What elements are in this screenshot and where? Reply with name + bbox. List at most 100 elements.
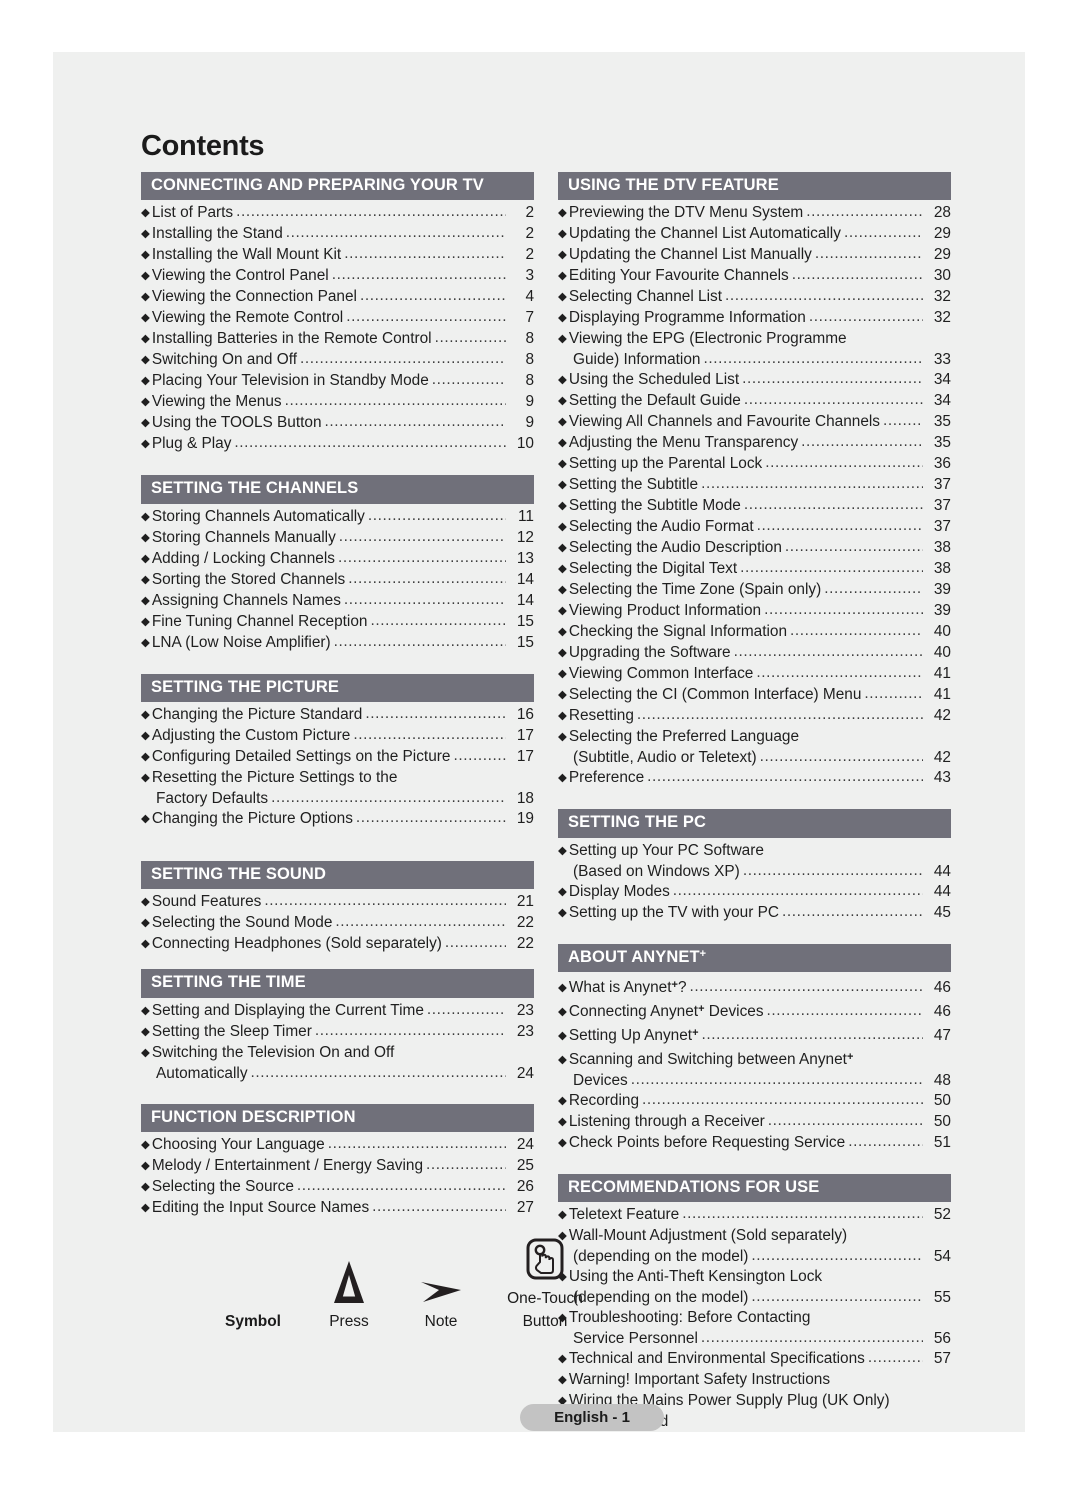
- toc-entry[interactable]: ◆ Configuring Detailed Settings on the Pi…: [141, 747, 534, 768]
- toc-page-number: 57: [933, 1350, 951, 1368]
- toc-entry[interactable]: ◆ Choosing Your Language.................…: [141, 1135, 534, 1156]
- toc-entry[interactable]: ◆ Listening through a Receiver...........…: [558, 1112, 951, 1133]
- toc-entry[interactable]: ◆ Setting up the TV with your PC.........…: [558, 903, 951, 924]
- toc-entry[interactable]: ◆ Checking the Signal Information........…: [558, 622, 951, 643]
- toc-entry[interactable]: ◆ Using the Scheduled List...............…: [558, 370, 951, 391]
- toc-entry[interactable]: Service Personnel.......................…: [558, 1329, 951, 1349]
- toc-entry[interactable]: ◆ Adjusting the Menu Transparency........…: [558, 433, 951, 454]
- toc-entry[interactable]: ◆ Using the TOOLS Button.................…: [141, 413, 534, 434]
- toc-entry[interactable]: ◆ Melody / Entertainment / Energy Saving.…: [141, 1156, 534, 1177]
- toc-entry[interactable]: ◆ Selecting the CI (Common Interface) Men…: [558, 685, 951, 706]
- toc-entry[interactable]: ◆ Resetting the Picture Settings to the: [141, 768, 534, 789]
- toc-entry[interactable]: ◆ Scanning and Switching between Anynet+: [558, 1047, 951, 1071]
- toc-entry[interactable]: ◆ Resetting..............................…: [558, 706, 951, 727]
- toc-entry[interactable]: ◆ Viewing the Control Panel..............…: [141, 266, 534, 287]
- toc-entry-label: Switching On and Off: [151, 351, 298, 369]
- toc-entry[interactable]: ◆ Viewing the Connection Panel...........…: [141, 287, 534, 308]
- toc-page-number: 40: [933, 644, 951, 662]
- toc-entry[interactable]: Factory Defaults........................…: [141, 789, 534, 809]
- toc-entry[interactable]: ◆ Recording..............................…: [558, 1091, 951, 1112]
- toc-entry[interactable]: ◆ Setting the Subtitle Mode..............…: [558, 496, 951, 517]
- toc-entry[interactable]: Devices.................................…: [558, 1071, 951, 1091]
- toc-page-number: 2: [525, 204, 534, 222]
- toc-entry[interactable]: ◆ Editing the Input Source Names.........…: [141, 1198, 534, 1219]
- toc-entry[interactable]: ◆ Setting up Your PC Software: [558, 841, 951, 862]
- toc-entry[interactable]: ◆ Storing Channels Automatically.........…: [141, 507, 534, 528]
- toc-entry[interactable]: ◆ Teletext Feature.......................…: [558, 1205, 951, 1226]
- toc-entry[interactable]: ◆ Switching On and Off...................…: [141, 350, 534, 371]
- dot-leader: ........................................…: [740, 559, 923, 577]
- toc-entry[interactable]: ◆ Setting the Default Guide..............…: [558, 391, 951, 412]
- toc-entry-label: LNA (Low Noise Amplifier): [151, 633, 331, 651]
- toc-entry[interactable]: ◆ Check Points before Requesting Service.…: [558, 1133, 951, 1154]
- toc-entry[interactable]: ◆ Selecting the Preferred Language: [558, 727, 951, 748]
- toc-entry[interactable]: ◆ Selecting the Digital Text.............…: [558, 559, 951, 580]
- toc-entry[interactable]: ◆ Installing Batteries in the Remote Cont…: [141, 329, 534, 350]
- toc-entry[interactable]: ◆ Selecting the Audio Description........…: [558, 538, 951, 559]
- toc-page-number: 41: [933, 686, 951, 704]
- toc-entry[interactable]: ◆ Updating the Channel List Manually.....…: [558, 245, 951, 266]
- toc-entry-label: Installing the Stand: [151, 225, 283, 243]
- diamond-bullet-icon: ◆: [141, 531, 150, 544]
- toc-entry[interactable]: ◆ Changing the Picture Options...........…: [141, 809, 534, 830]
- toc-entry[interactable]: ◆ Selecting the Time Zone (Spain only)...…: [558, 580, 951, 601]
- toc-entry[interactable]: ◆ Setting and Displaying the Current Time…: [141, 1001, 534, 1022]
- toc-entry[interactable]: ◆ Selecting the Sound Mode...............…: [141, 913, 534, 934]
- toc-entry[interactable]: ◆ Wall-Mount Adjustment (Sold separately): [558, 1226, 951, 1247]
- toc-entry[interactable]: ◆ Viewing Common Interface...............…: [558, 664, 951, 685]
- toc-entry[interactable]: ◆ Sorting the Stored Channels............…: [141, 570, 534, 591]
- toc-entry[interactable]: ◆ Viewing All Channels and Favourite Chan…: [558, 412, 951, 433]
- diamond-bullet-icon: ◆: [141, 1159, 150, 1172]
- toc-entry[interactable]: ◆ Adjusting the Custom Picture...........…: [141, 726, 534, 747]
- toc-entry[interactable]: ◆ Sound Features.........................…: [141, 892, 534, 913]
- toc-entry[interactable]: ◆ Setting up the Parental Lock...........…: [558, 454, 951, 475]
- toc-entry[interactable]: ◆ Selecting Channel List.................…: [558, 287, 951, 308]
- toc-entry[interactable]: ◆ Storing Channels Manually..............…: [141, 528, 534, 549]
- toc-entry[interactable]: ◆ LNA (Low Noise Amplifier)..............…: [141, 633, 534, 654]
- toc-entry[interactable]: ◆ Display Modes..........................…: [558, 882, 951, 903]
- toc-entry[interactable]: Guide) Information......................…: [558, 350, 951, 370]
- toc-entry[interactable]: ◆ Changing the Picture Standard..........…: [141, 705, 534, 726]
- toc-entry[interactable]: ◆ Placing Your Television in Standby Mode…: [141, 371, 534, 392]
- toc-entry[interactable]: ◆ Installing the Stand...................…: [141, 224, 534, 245]
- toc-entry[interactable]: ◆ Connecting Headphones (Sold separately)…: [141, 934, 534, 955]
- toc-entry[interactable]: ◆ Viewing the EPG (Electronic Programme: [558, 329, 951, 350]
- toc-entry[interactable]: ◆ Preference.............................…: [558, 768, 951, 789]
- toc-entry[interactable]: ◆ Viewing Product Information............…: [558, 601, 951, 622]
- toc-entry[interactable]: ◆ Displaying Programme Information.......…: [558, 308, 951, 329]
- diamond-bullet-icon: ◆: [141, 729, 150, 742]
- toc-entry[interactable]: ◆ Upgrading the Software.................…: [558, 643, 951, 664]
- toc-entry[interactable]: ◆ Installing the Wall Mount Kit..........…: [141, 245, 534, 266]
- toc-entry[interactable]: ◆ Plug & Play............................…: [141, 434, 534, 455]
- toc-entry[interactable]: ◆ Selecting the Audio Format.............…: [558, 517, 951, 538]
- toc-entry[interactable]: ◆ Viewing the Menus......................…: [141, 392, 534, 413]
- toc-entry[interactable]: ◆ Assigning Channels Names...............…: [141, 591, 534, 612]
- toc-entry[interactable]: ◆ Fine Tuning Channel Reception..........…: [141, 612, 534, 633]
- toc-entry[interactable]: (depending on the model)................…: [558, 1288, 951, 1308]
- toc-entry[interactable]: ◆ Warning! Important Safety Instructions: [558, 1370, 951, 1391]
- toc-entry[interactable]: ◆ Switching the Television On and Off: [141, 1043, 534, 1064]
- toc-entry[interactable]: (Subtitle, Audio or Teletext)...........…: [558, 748, 951, 768]
- dot-leader: ........................................…: [365, 704, 506, 722]
- toc-page-number: 36: [933, 455, 951, 473]
- toc-entry[interactable]: ◆ Troubleshooting: Before Contacting: [558, 1308, 951, 1329]
- toc-entry[interactable]: ◆ Setting the Subtitle...................…: [558, 475, 951, 496]
- toc-entry[interactable]: ◆ Editing Your Favourite Channels........…: [558, 266, 951, 287]
- toc-entry[interactable]: Automatically...........................…: [141, 1064, 534, 1084]
- toc-entry[interactable]: ◆ Using the Anti-Theft Kensington Lock: [558, 1267, 951, 1288]
- toc-entry[interactable]: (Based on Windows XP)...................…: [558, 862, 951, 882]
- toc-entry[interactable]: ◆ Previewing the DTV Menu System.........…: [558, 203, 951, 224]
- toc-entry[interactable]: ◆ Selecting the Source...................…: [141, 1177, 534, 1198]
- toc-entry[interactable]: ◆ Connecting Anynet+ Devices.............…: [558, 999, 951, 1023]
- toc-entry[interactable]: ◆ Updating the Channel List Automatically…: [558, 224, 951, 245]
- toc-entry[interactable]: (depending on the model)................…: [558, 1247, 951, 1267]
- toc-entry[interactable]: ◆ List of Parts..........................…: [141, 203, 534, 224]
- toc-entry[interactable]: ◆ Setting the Sleep Timer................…: [141, 1022, 534, 1043]
- dot-leader: ........................................…: [701, 1025, 923, 1043]
- toc-entry[interactable]: ◆ What is Anynet+?.......................…: [558, 975, 951, 999]
- toc-entry[interactable]: ◆ Setting Up Anynet+.....................…: [558, 1023, 951, 1047]
- toc-entry[interactable]: ◆ Adding / Locking Channels..............…: [141, 549, 534, 570]
- toc-entry[interactable]: ◆ Technical and Environmental Specificati…: [558, 1349, 951, 1370]
- toc-entry[interactable]: ◆ Viewing the Remote Control.............…: [141, 308, 534, 329]
